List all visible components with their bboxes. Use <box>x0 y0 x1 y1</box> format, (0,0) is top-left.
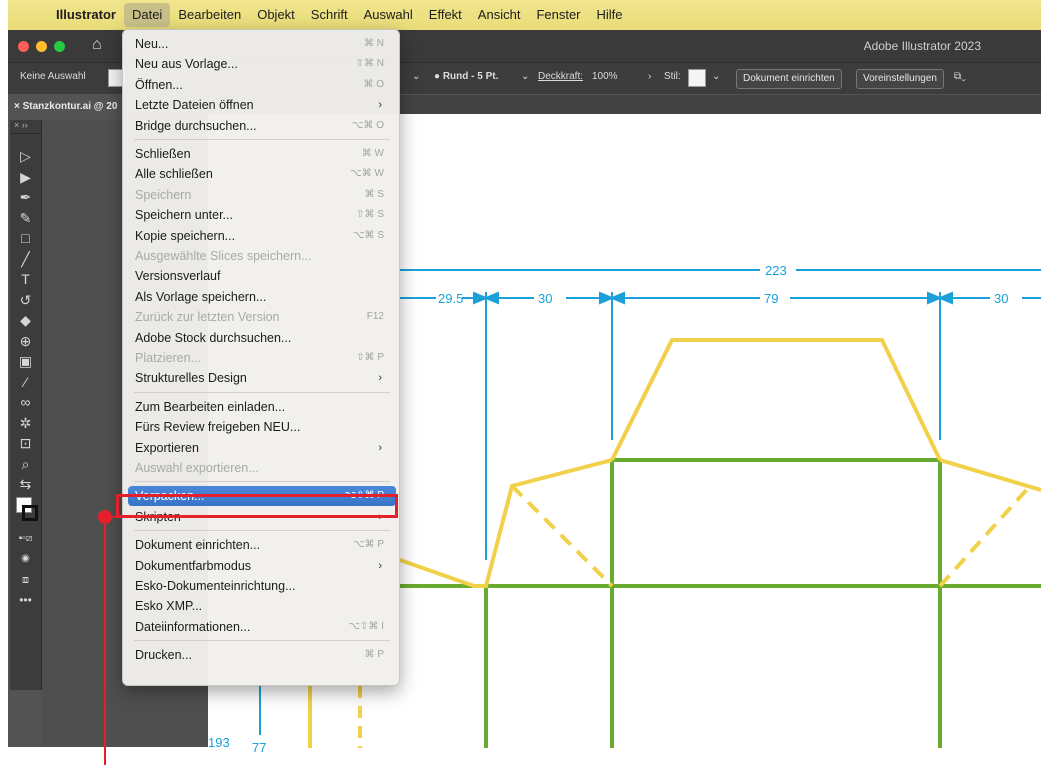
menu-separator <box>134 481 390 483</box>
menu-item-alle-schließen[interactable]: Alle schließen ⌥⌘ W <box>128 164 396 184</box>
menu-item-strukturelles-design[interactable]: Strukturelles Design › <box>128 368 396 388</box>
perforation-line <box>938 484 1032 588</box>
cut-lines <box>308 338 1041 748</box>
menu-item-shortcut: ⌥⇧⌘ I <box>348 620 384 632</box>
menu-item-exportieren[interactable]: Exportieren › <box>128 438 396 458</box>
fold-lines <box>400 458 1041 748</box>
menu-item-platzieren: Platzieren... ⇧⌘ P <box>128 348 396 368</box>
menu-item-label: Zurück zur letzten Version <box>135 310 280 325</box>
menu-item-label: Zum Bearbeiten einladen... <box>135 399 286 414</box>
dimension-label-bottom: 77 <box>252 740 266 755</box>
dimension-label-total: 223 <box>765 263 787 278</box>
menu-item-ausgewählte-slices-speichern: Ausgewählte Slices speichern... <box>128 246 396 266</box>
menu-item-label: Schließen <box>135 147 191 161</box>
menu-item-speichern-unter[interactable]: Speichern unter... ⇧⌘ S <box>128 205 396 225</box>
menu-item-shortcut: ⌘ P <box>364 649 384 661</box>
menu-item-shortcut: F12 <box>366 311 384 323</box>
menu-item-label: Drucken... <box>135 648 192 663</box>
dimension-label-segment: 79 <box>764 291 778 306</box>
menu-item-label: Fürs Review freigeben NEU... <box>135 420 301 435</box>
submenu-chevron-icon: › <box>378 441 382 454</box>
submenu-chevron-icon: › <box>378 99 382 112</box>
menu-item-speichern: Speichern ⌘ S <box>128 185 396 205</box>
menu-item-esko-dokumenteinrichtung[interactable]: Esko-Dokumenteinrichtung... <box>128 576 396 596</box>
menu-item-label: Speichern <box>135 187 192 202</box>
menu-item-shortcut: ⌥⌘ S <box>353 229 384 241</box>
menu-item-label: Neu aus Vorlage... <box>135 57 238 72</box>
menu-item-fürs-review-freigeben-neu[interactable]: Fürs Review freigeben NEU... <box>128 417 396 437</box>
dimension-arrow <box>609 291 625 305</box>
menu-item-neu-aus-vorlage[interactable]: Neu aus Vorlage... ⇧⌘ N <box>128 54 396 74</box>
menu-item-letzte-dateien-öffnen[interactable]: Letzte Dateien öffnen › <box>128 95 396 115</box>
submenu-chevron-icon: › <box>378 372 382 385</box>
menu-item-shortcut: ⌘ N <box>364 38 384 49</box>
menu-item-dokument-einrichten[interactable]: Dokument einrichten... ⌥⌘ P <box>128 535 396 555</box>
menu-item-shortcut: ⇧⌘ N <box>355 58 384 70</box>
menu-item-bridge-durchsuchen[interactable]: Bridge durchsuchen... ⌥⌘ O <box>128 116 396 136</box>
menu-item-esko-xmp[interactable]: Esko XMP... <box>128 596 396 616</box>
menu-item-dokumentfarbmodus[interactable]: Dokumentfarbmodus › <box>128 556 396 576</box>
menu-item-label: Esko XMP... <box>135 599 203 614</box>
menu-item-shortcut: ⌥⌘ W <box>350 168 384 180</box>
menu-item-neu[interactable]: Neu... ⌘ N <box>128 34 396 54</box>
file-menu-dropdown: Neu... ⌘ N Neu aus Vorlage... ⇧⌘ N Öffnen...… <box>122 29 400 686</box>
menu-item-label: Neu... <box>135 37 169 51</box>
menu-item-label: Kopie speichern... <box>135 228 236 243</box>
menu-item-label: Ausgewählte Slices speichern... <box>135 249 312 263</box>
cut-line <box>610 338 942 461</box>
submenu-chevron-icon: › <box>378 559 382 572</box>
cut-line <box>939 458 1041 492</box>
menu-item-shortcut: ⇧⌘ P <box>356 352 384 363</box>
callout-highlight-box <box>116 494 398 518</box>
menu-item-shortcut: ⌘ S <box>364 188 384 200</box>
dimension-arrow <box>937 291 953 305</box>
menu-item-shortcut: ⇧⌘ S <box>356 209 384 221</box>
callout-dot <box>98 510 112 524</box>
menu-item-zurück-zur-letzten-version: Zurück zur letzten Version F12 <box>128 307 396 327</box>
menu-item-label: Auswahl exportieren... <box>135 461 259 475</box>
menu-item-shortcut: ⌘ W <box>361 148 384 159</box>
dimension-label-segment: 30 <box>994 291 1008 306</box>
menu-item-schließen[interactable]: Schließen ⌘ W <box>128 144 396 164</box>
menu-item-label: Alle schließen <box>135 167 213 182</box>
menu-item-label: Als Vorlage speichern... <box>135 289 267 304</box>
menu-item-auswahl-exportieren: Auswahl exportieren... <box>128 458 396 478</box>
menu-item-label: Versionsverlauf <box>135 269 221 284</box>
menu-separator <box>134 139 390 140</box>
menu-item-label: Letzte Dateien öffnen <box>135 98 254 113</box>
menu-separator <box>134 640 390 642</box>
menu-item-kopie-speichern[interactable]: Kopie speichern... ⌥⌘ S <box>128 226 396 246</box>
dimension-label-segment: 30 <box>538 291 552 306</box>
menu-item-label: Speichern unter... <box>135 208 233 223</box>
menu-item-shortcut: ⌥⌘ P <box>353 539 384 551</box>
menu-item-label: Dateiinformationen... <box>135 619 251 634</box>
menu-item-adobe-stock-durchsuchen[interactable]: Adobe Stock durchsuchen... <box>128 328 396 348</box>
menu-separator <box>134 391 390 393</box>
menu-item-shortcut: ⌘ O <box>363 78 384 90</box>
menu-item-als-vorlage-speichern[interactable]: Als Vorlage speichern... <box>128 287 396 307</box>
screenshot: Illustrator Datei Bearbeiten Objekt Schr… <box>0 0 1041 765</box>
menu-item-drucken[interactable]: Drucken... ⌘ P <box>128 645 396 665</box>
perforation-line <box>510 484 614 588</box>
menu-separator <box>134 530 390 532</box>
menu-item-versionsverlauf[interactable]: Versionsverlauf <box>128 266 396 286</box>
menu-item-öffnen[interactable]: Öffnen... ⌘ O <box>128 75 396 95</box>
menu-item-zum-bearbeiten-einladen[interactable]: Zum Bearbeiten einladen... <box>128 397 396 417</box>
menu-item-label: Strukturelles Design <box>135 371 247 386</box>
menu-item-dateiinformationen[interactable]: Dateiinformationen... ⌥⇧⌘ I <box>128 617 396 637</box>
dimension-label-segment: 29.5 <box>438 291 463 306</box>
menu-item-label: Exportieren <box>135 440 199 455</box>
menu-item-label: Adobe Stock durchsuchen... <box>135 330 292 345</box>
menu-item-label: Bridge durchsuchen... <box>135 118 257 133</box>
dimension-label-bottom: 193 <box>208 735 230 750</box>
menu-item-label: Öffnen... <box>135 77 183 92</box>
dimension-arrow <box>483 291 499 305</box>
menu-item-label: Dokumentfarbmodus <box>135 558 252 573</box>
menu-item-label: Dokument einrichten... <box>135 538 261 553</box>
callout-line <box>104 517 106 765</box>
menu-item-label: Platzieren... <box>135 351 202 365</box>
menu-item-label: Esko-Dokumenteinrichtung... <box>135 579 296 593</box>
menu-item-shortcut: ⌥⌘ O <box>351 119 384 131</box>
cut-line <box>399 458 613 588</box>
